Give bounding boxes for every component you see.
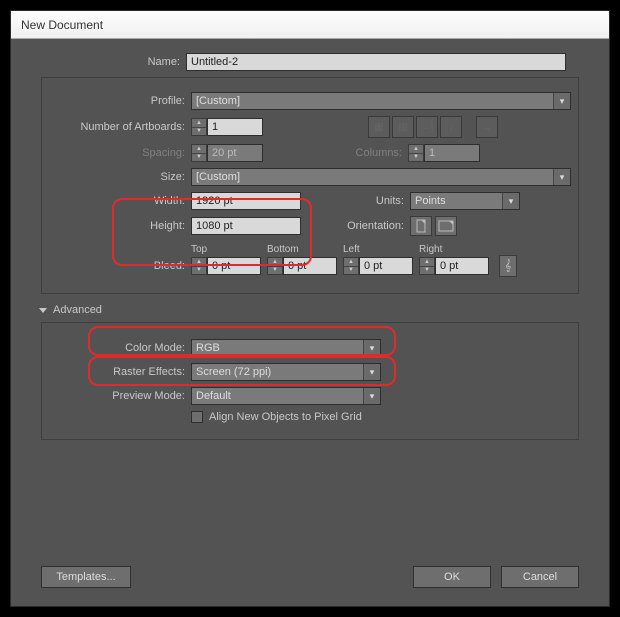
dialog-body: Name: Profile: [Custom] Number of Artboa… <box>11 39 609 606</box>
templates-button[interactable]: Templates... <box>41 566 131 588</box>
bleed-bottom-input[interactable] <box>283 257 337 275</box>
dialog-window: New Document Name: Profile: [Custom] Num… <box>10 10 610 607</box>
width-input[interactable] <box>191 192 301 210</box>
window-title: New Document <box>21 18 103 32</box>
bleed-top-label: Top <box>191 244 267 255</box>
spacing-label: Spacing: <box>46 147 191 159</box>
profile-label: Profile: <box>46 95 191 107</box>
bleed-bottom-label: Bottom <box>267 244 343 255</box>
bleed-right-label: Right <box>419 244 495 255</box>
artboards-stepper[interactable]: ▲▼ <box>191 118 207 136</box>
orientation-landscape-button[interactable] <box>435 216 457 236</box>
bleed-label: Bleed: <box>46 260 191 272</box>
orientation-label: Orientation: <box>301 220 410 232</box>
disclosure-triangle-icon <box>39 308 47 313</box>
align-grid-checkbox[interactable] <box>191 411 203 423</box>
columns-input <box>424 144 480 162</box>
cancel-button[interactable]: Cancel <box>501 566 579 588</box>
units-select[interactable]: Points <box>410 192 520 210</box>
bleed-bottom-stepper[interactable]: ▲▼ <box>267 257 283 275</box>
units-label: Units: <box>301 195 410 207</box>
height-input[interactable] <box>191 217 301 235</box>
preview-label: Preview Mode: <box>46 390 191 402</box>
main-panel: Profile: [Custom] Number of Artboards: ▲… <box>41 77 579 294</box>
width-label: Width: <box>46 195 191 207</box>
arrange-rtl-icon: → <box>476 116 498 138</box>
columns-label: Columns: <box>263 147 408 159</box>
link-bleed-icon[interactable]: 𝄞 <box>499 255 517 277</box>
orientation-portrait-button[interactable] <box>410 216 432 236</box>
align-grid-label: Align New Objects to Pixel Grid <box>209 411 362 423</box>
bleed-right-stepper[interactable]: ▲▼ <box>419 257 435 275</box>
advanced-panel: Color Mode: RGB Raster Effects: Screen (… <box>41 322 579 440</box>
bleed-right-input[interactable] <box>435 257 489 275</box>
ok-button[interactable]: OK <box>413 566 491 588</box>
color-mode-label: Color Mode: <box>46 342 191 354</box>
preview-select[interactable]: Default <box>191 387 381 405</box>
bleed-top-stepper[interactable]: ▲▼ <box>191 257 207 275</box>
name-input[interactable] <box>186 53 566 71</box>
grid-by-row-icon: ▦ <box>368 116 390 138</box>
artboards-input[interactable] <box>207 118 263 136</box>
grid-by-col-icon: ▥ <box>392 116 414 138</box>
size-select[interactable]: [Custom] <box>191 168 571 186</box>
height-label: Height: <box>46 220 191 232</box>
columns-stepper: ▲▼ <box>408 144 424 162</box>
titlebar: New Document <box>11 11 609 39</box>
spacing-input <box>207 144 263 162</box>
profile-select[interactable]: [Custom] <box>191 92 571 110</box>
bleed-left-input[interactable] <box>359 257 413 275</box>
raster-label: Raster Effects: <box>46 366 191 378</box>
arrange-row-icon: →| <box>416 116 438 138</box>
bleed-left-label: Left <box>343 244 419 255</box>
arrange-col-icon: ↓ <box>440 116 462 138</box>
raster-select[interactable]: Screen (72 ppi) <box>191 363 381 381</box>
advanced-header[interactable]: Advanced <box>39 304 609 316</box>
spacing-stepper: ▲▼ <box>191 144 207 162</box>
artboards-label: Number of Artboards: <box>46 121 191 133</box>
size-label: Size: <box>46 171 191 183</box>
bleed-top-input[interactable] <box>207 257 261 275</box>
name-label: Name: <box>11 56 186 68</box>
color-mode-select[interactable]: RGB <box>191 339 381 357</box>
bleed-left-stepper[interactable]: ▲▼ <box>343 257 359 275</box>
